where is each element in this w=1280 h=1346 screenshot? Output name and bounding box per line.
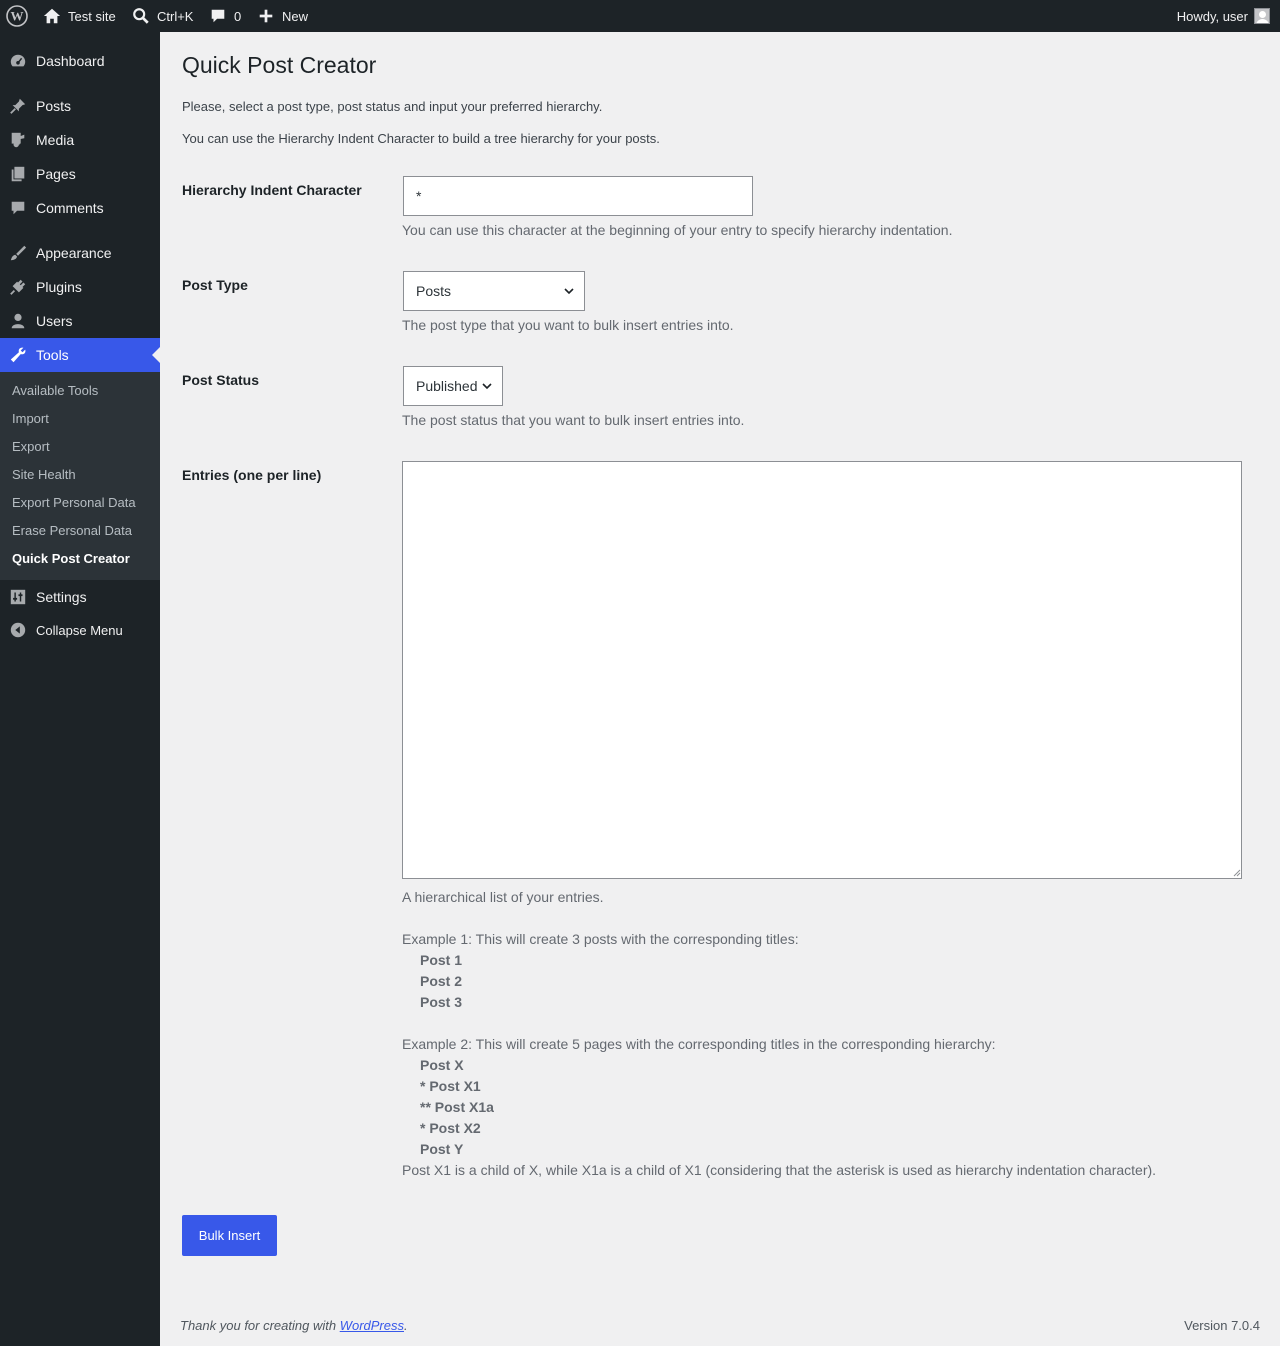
sidebar-item-label: Pages	[36, 166, 76, 182]
indent-character-label: Hierarchy Indent Character	[182, 182, 362, 198]
sidebar-item-label: Dashboard	[36, 53, 105, 69]
sliders-icon	[0, 588, 36, 606]
wordpress-logo-icon: W	[6, 5, 28, 27]
pages-icon	[0, 165, 36, 183]
comment-icon	[0, 199, 36, 217]
bulk-insert-button[interactable]: Bulk Insert	[182, 1215, 277, 1256]
tools-submenu: Available Tools Import Export Site Healt…	[0, 372, 160, 580]
example-2-note: Post X1 is a child of X, while X1a is a …	[402, 1162, 1157, 1178]
post-type-label: Post Type	[182, 277, 248, 293]
site-name: Test site	[68, 8, 116, 24]
sidebar-item-posts[interactable]: Posts	[0, 89, 160, 123]
sidebar-item-label: Users	[36, 313, 73, 329]
post-status-description: The post status that you want to bulk in…	[402, 412, 745, 428]
plus-icon	[256, 6, 276, 26]
chevron-down-icon	[482, 383, 492, 390]
collapse-icon	[0, 621, 36, 639]
example-2-line: * Post X1	[420, 1078, 481, 1094]
indent-character-input[interactable]	[403, 176, 753, 216]
submenu-item-export-personal-data[interactable]: Export Personal Data	[12, 493, 136, 513]
submenu-item-quick-post-creator[interactable]: Quick Post Creator	[12, 549, 130, 569]
footer-version: Version 7.0.4	[1184, 1318, 1260, 1333]
search-icon	[131, 6, 151, 26]
intro-text-2: You can use the Hierarchy Indent Charact…	[182, 131, 660, 146]
wordpress-logo-button[interactable]: W	[6, 0, 28, 32]
sidebar-item-label: Comments	[36, 200, 104, 216]
post-status-select[interactable]: Published	[403, 366, 503, 406]
sidebar-item-comments[interactable]: Comments	[0, 191, 160, 225]
sidebar-item-dashboard[interactable]: Dashboard	[0, 44, 160, 78]
example-2-line: Post X	[420, 1057, 464, 1073]
post-status-selected-value: Published	[416, 378, 478, 394]
example-1-intro: Example 1: This will create 3 posts with…	[402, 931, 799, 947]
post-type-description: The post type that you want to bulk inse…	[402, 317, 734, 333]
sidebar-item-users[interactable]: Users	[0, 304, 160, 338]
submenu-item-site-health[interactable]: Site Health	[12, 465, 76, 485]
sidebar-item-media[interactable]: Media	[0, 123, 160, 157]
search-command-button[interactable]: Ctrl+K	[131, 0, 193, 32]
dashboard-icon	[0, 52, 36, 70]
site-name-link[interactable]: Test site	[42, 0, 116, 32]
new-label: New	[282, 8, 309, 24]
comments-count: 0	[234, 8, 242, 24]
submenu-item-available-tools[interactable]: Available Tools	[12, 381, 98, 401]
avatar	[1254, 8, 1270, 24]
example-2-line: ** Post X1a	[420, 1099, 494, 1115]
submenu-item-export[interactable]: Export	[12, 437, 50, 457]
entries-textarea[interactable]	[402, 461, 1242, 879]
example-1-line: Post 2	[420, 973, 463, 989]
sidebar-item-label: Posts	[36, 98, 72, 114]
indent-character-description: You can use this character at the beginn…	[402, 222, 953, 238]
sidebar-item-appearance[interactable]: Appearance	[0, 236, 160, 270]
sidebar-item-label: Media	[36, 132, 75, 148]
submenu-item-import[interactable]: Import	[12, 409, 49, 429]
submenu-item-erase-personal-data[interactable]: Erase Personal Data	[12, 521, 132, 541]
howdy-text: Howdy, user	[1176, 8, 1248, 24]
wrench-icon	[0, 346, 36, 364]
entries-description: A hierarchical list of your entries.	[402, 889, 604, 905]
example-1-line: Post 1	[420, 952, 463, 968]
sidebar-item-settings[interactable]: Settings	[0, 580, 160, 614]
sidebar-item-label: Tools	[36, 347, 69, 363]
sidebar-item-label: Appearance	[36, 245, 112, 261]
example-2-intro: Example 2: This will create 5 pages with…	[402, 1036, 996, 1052]
footer-thanks-prefix: Thank you for creating with	[180, 1318, 340, 1333]
entries-label: Entries (one per line)	[182, 467, 322, 483]
svg-text:W: W	[11, 9, 24, 24]
new-content-button[interactable]: New	[256, 0, 308, 32]
post-type-selected-value: Posts	[416, 283, 452, 299]
post-type-select[interactable]: Posts	[403, 271, 585, 311]
brush-icon	[0, 244, 36, 262]
footer-thanks-suffix: .	[404, 1318, 408, 1333]
home-icon	[42, 6, 62, 26]
my-account-menu[interactable]: Howdy, user	[1177, 0, 1270, 32]
plug-icon	[0, 278, 36, 296]
wordpress-link[interactable]: WordPress	[340, 1318, 404, 1333]
pin-icon	[0, 97, 36, 115]
sidebar-item-label: Settings	[36, 589, 87, 605]
example-1-line: Post 3	[420, 994, 463, 1010]
admin-sidebar: Dashboard Posts Media Pages Comments App…	[0, 32, 160, 1346]
page-title: Quick Post Creator	[182, 52, 377, 78]
post-status-label: Post Status	[182, 372, 260, 388]
example-2-line: Post Y	[420, 1141, 464, 1157]
media-icon	[0, 131, 36, 149]
intro-text-1: Please, select a post type, post status …	[182, 99, 603, 114]
user-icon	[0, 312, 36, 330]
example-2-line: * Post X2	[420, 1120, 481, 1136]
search-shortcut: Ctrl+K	[157, 8, 194, 24]
admin-bar: W Test site Ctrl+K 0 New Howdy, user	[0, 0, 1280, 32]
sidebar-item-pages[interactable]: Pages	[0, 157, 160, 191]
comments-link[interactable]: 0	[208, 0, 241, 32]
resize-grip-icon[interactable]	[1233, 869, 1241, 877]
sidebar-item-tools[interactable]: Tools	[0, 338, 160, 372]
chevron-down-icon	[564, 288, 574, 295]
sidebar-item-label: Plugins	[36, 279, 82, 295]
sidebar-item-plugins[interactable]: Plugins	[0, 270, 160, 304]
collapse-menu-button[interactable]: Collapse Menu	[0, 613, 160, 647]
footer-thanks: Thank you for creating with WordPress.	[180, 1318, 408, 1333]
collapse-menu-label: Collapse Menu	[36, 622, 123, 638]
comment-bubble-icon	[208, 6, 228, 26]
